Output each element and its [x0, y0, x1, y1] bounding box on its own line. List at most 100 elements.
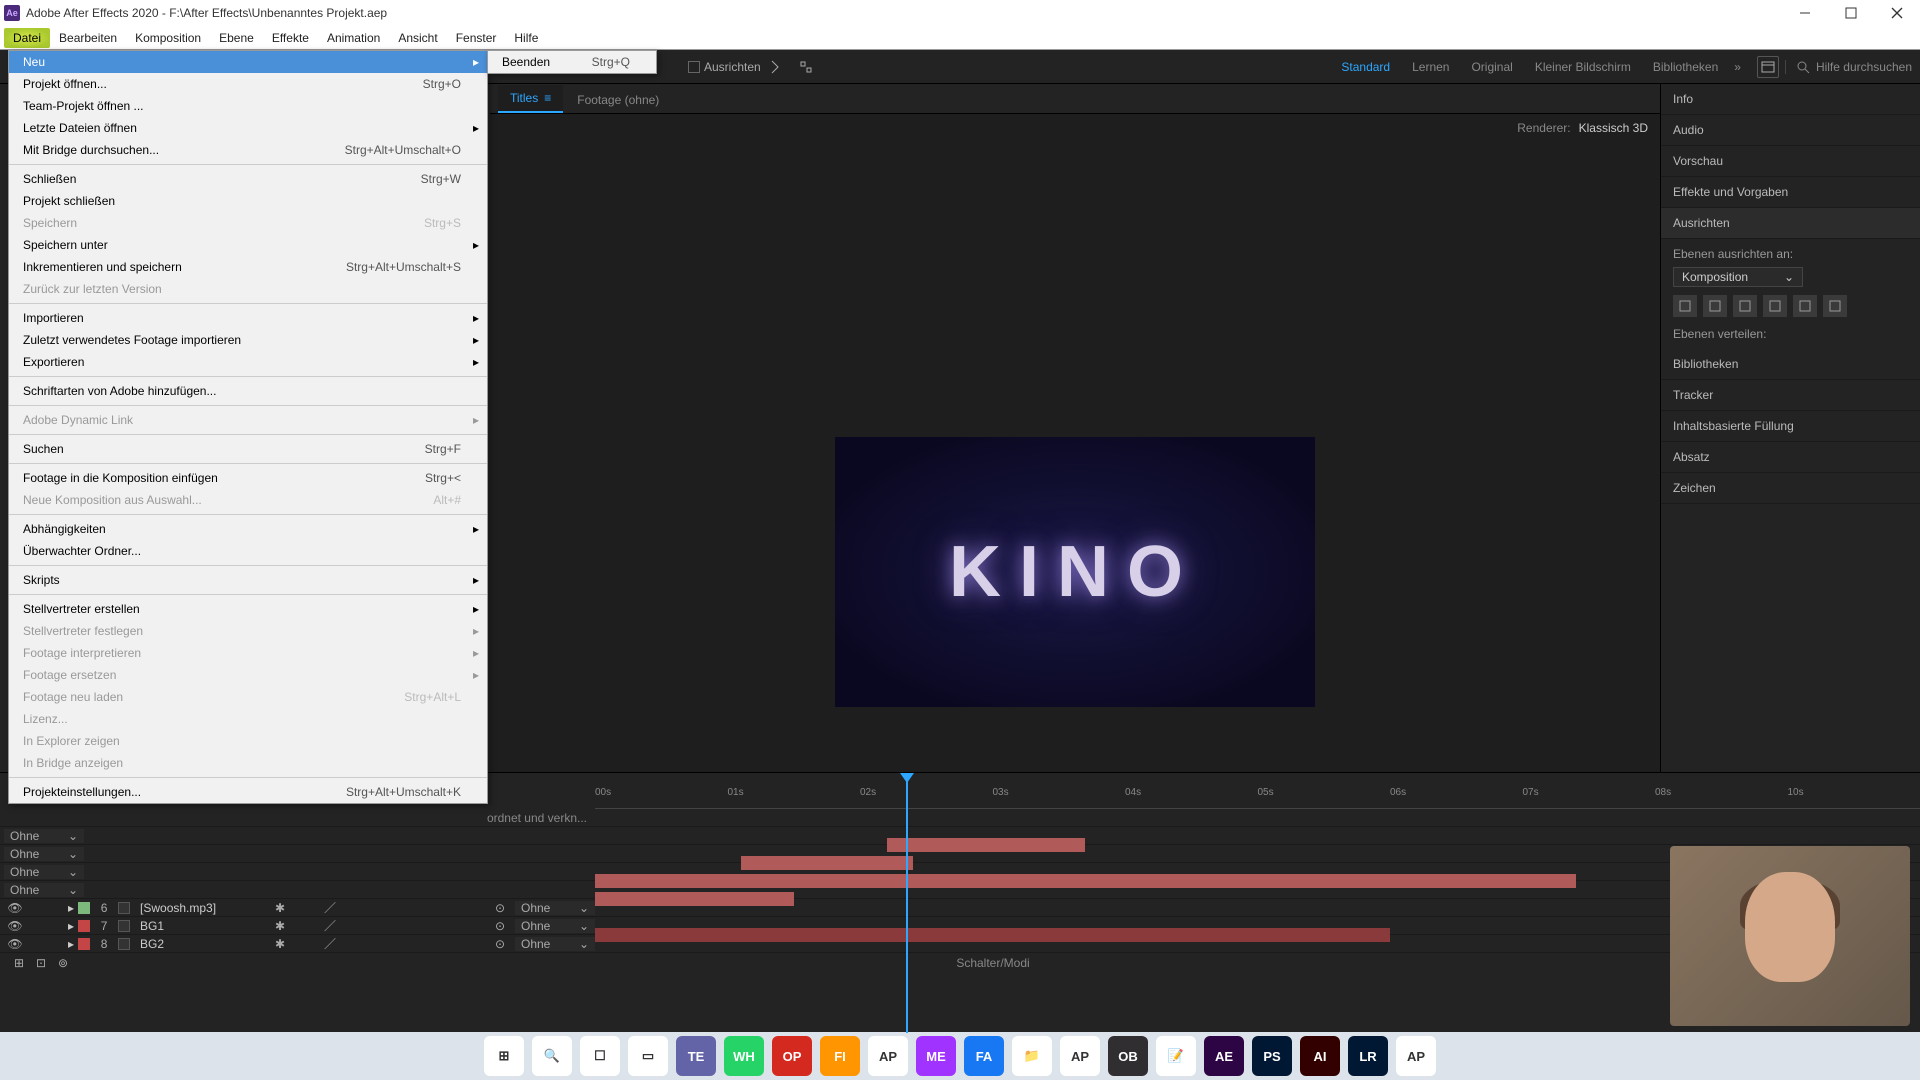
menu-datei[interactable]: Datei	[4, 28, 50, 48]
menu-item-projekteinstellungen-[interactable]: Projekteinstellungen...Strg+Alt+Umschalt…	[9, 781, 487, 803]
blend-mode-select[interactable]: Ohne⌄	[4, 829, 84, 843]
expand-icon[interactable]: ▸	[68, 901, 74, 915]
taskbar-app2-icon[interactable]: AP	[1060, 1036, 1100, 1076]
panel-vorschau[interactable]: Vorschau	[1661, 146, 1920, 177]
align-right-button[interactable]	[1733, 295, 1757, 317]
snap-collapse-icon[interactable]	[795, 56, 817, 78]
menu-item-mit-bridge-durchsuchen-[interactable]: Mit Bridge durchsuchen...Strg+Alt+Umscha…	[9, 139, 487, 161]
blend-mode-select[interactable]: Ohne⌄	[4, 847, 84, 861]
taskbar-widgets-icon[interactable]: ▭	[628, 1036, 668, 1076]
blend-mode-select[interactable]: Ohne⌄	[515, 901, 595, 915]
playhead[interactable]	[906, 773, 908, 1033]
taskbar-app1-icon[interactable]: AP	[868, 1036, 908, 1076]
menu-effekte[interactable]: Effekte	[263, 28, 318, 48]
taskbar-ai-icon[interactable]: AI	[1300, 1036, 1340, 1076]
taskbar-teams-icon[interactable]: TE	[676, 1036, 716, 1076]
panel-inhaltsbasierte-füllung[interactable]: Inhaltsbasierte Füllung	[1661, 411, 1920, 442]
panel-tracker[interactable]: Tracker	[1661, 380, 1920, 411]
taskbar-facebook-icon[interactable]: FA	[964, 1036, 1004, 1076]
menu-item-schlie-en[interactable]: SchließenStrg+W	[9, 168, 487, 190]
align-bottom-button[interactable]	[1823, 295, 1847, 317]
menu-item-neu[interactable]: Neu▸	[9, 51, 487, 73]
layer-name[interactable]: BG1	[134, 919, 265, 933]
workspace-kleiner-bildschirm[interactable]: Kleiner Bildschirm	[1535, 60, 1631, 74]
panel-absatz[interactable]: Absatz	[1661, 442, 1920, 473]
shy-icon[interactable]: ✱	[269, 933, 291, 955]
menu-item-projekt-schlie-en[interactable]: Projekt schließen	[9, 190, 487, 212]
menu-item-skripts[interactable]: Skripts▸	[9, 569, 487, 591]
submenu-item-beenden[interactable]: BeendenStrg+Q	[488, 51, 656, 73]
align-target-select[interactable]: Komposition⌄	[1673, 267, 1803, 287]
menu-item-schriftarten-von-adobe-hinzuf-gen-[interactable]: Schriftarten von Adobe hinzufügen...	[9, 380, 487, 402]
expand-icon[interactable]: ▸	[68, 937, 74, 951]
menu-item-exportieren[interactable]: Exportieren▸	[9, 351, 487, 373]
expand-icon[interactable]: ▸	[68, 919, 74, 933]
layer-bar[interactable]	[595, 874, 1576, 888]
switches-modes-label[interactable]: Schalter/Modi	[956, 956, 1029, 970]
panel-audio[interactable]: Audio	[1661, 115, 1920, 146]
workspace-bibliotheken[interactable]: Bibliotheken	[1653, 60, 1718, 74]
renderer-value[interactable]: Klassisch 3D	[1579, 121, 1648, 135]
taskbar-opera-icon[interactable]: OP	[772, 1036, 812, 1076]
align-left-button[interactable]	[1673, 295, 1697, 317]
layer-bar[interactable]	[887, 838, 1086, 852]
layer-bar[interactable]	[595, 892, 794, 906]
menu-komposition[interactable]: Komposition	[126, 28, 210, 48]
menu-ansicht[interactable]: Ansicht	[389, 28, 446, 48]
toggle-switches-icon[interactable]: ⊞	[8, 952, 30, 974]
menu-item-importieren[interactable]: Importieren▸	[9, 307, 487, 329]
menu-item-zuletzt-verwendetes-footage-importieren[interactable]: Zuletzt verwendetes Footage importieren▸	[9, 329, 487, 351]
blend-mode-select[interactable]: Ohne⌄	[515, 919, 595, 933]
motion-blur-icon[interactable]: ⊚	[52, 952, 74, 974]
panel-effekte-und-vorgaben[interactable]: Effekte und Vorgaben	[1661, 177, 1920, 208]
frame-blend-icon[interactable]: ⊡	[30, 952, 52, 974]
taskbar-tasks-icon[interactable]: ☐	[580, 1036, 620, 1076]
menu-item-speichern-unter[interactable]: Speichern unter▸	[9, 234, 487, 256]
align-top-button[interactable]	[1763, 295, 1787, 317]
parent-icon[interactable]: ⊙	[489, 933, 511, 955]
menu-bearbeiten[interactable]: Bearbeiten	[50, 28, 126, 48]
layer-name[interactable]: [Swoosh.mp3]	[134, 901, 265, 915]
tab-menu-icon[interactable]: ≡	[544, 91, 551, 105]
taskbar-messenger-icon[interactable]: ME	[916, 1036, 956, 1076]
label-color[interactable]	[78, 938, 90, 950]
taskbar-notepad-icon[interactable]: 📝	[1156, 1036, 1196, 1076]
taskbar-firefox-icon[interactable]: FI	[820, 1036, 860, 1076]
taskbar-obs-icon[interactable]: OB	[1108, 1036, 1148, 1076]
snap-toggle[interactable]: Ausrichten	[688, 60, 761, 74]
label-color[interactable]	[78, 902, 90, 914]
panel-menu-icon[interactable]	[1757, 56, 1779, 78]
comp-tab-titles[interactable]: Titles≡	[498, 85, 563, 113]
layer-name[interactable]: BG2	[134, 937, 265, 951]
panel-info[interactable]: Info	[1661, 84, 1920, 115]
blend-mode-select[interactable]: Ohne⌄	[4, 883, 84, 897]
panel-bibliotheken[interactable]: Bibliotheken	[1661, 349, 1920, 380]
menu-item-footage-in-die-komposition-einf-gen[interactable]: Footage in die Komposition einfügenStrg+…	[9, 467, 487, 489]
workspace-standard[interactable]: Standard	[1341, 60, 1390, 74]
taskbar-app3-icon[interactable]: AP	[1396, 1036, 1436, 1076]
menu-item-projekt-ffnen-[interactable]: Projekt öffnen...Strg+O	[9, 73, 487, 95]
blend-mode-select[interactable]: Ohne⌄	[4, 865, 84, 879]
align-vcenter-button[interactable]	[1793, 295, 1817, 317]
panel-ausrichten[interactable]: Ausrichten	[1661, 208, 1920, 239]
taskbar-ps-icon[interactable]: PS	[1252, 1036, 1292, 1076]
taskbar-search-icon[interactable]: 🔍	[532, 1036, 572, 1076]
menu-item-inkrementieren-und-speichern[interactable]: Inkrementieren und speichernStrg+Alt+Ums…	[9, 256, 487, 278]
menu-animation[interactable]: Animation	[318, 28, 389, 48]
comp-tab-footage[interactable]: Footage (ohne)	[565, 87, 671, 113]
workspace-original[interactable]: Original	[1471, 60, 1512, 74]
menu-item-abh-ngigkeiten[interactable]: Abhängigkeiten▸	[9, 518, 487, 540]
minimize-button[interactable]	[1782, 0, 1828, 26]
taskbar-lr-icon[interactable]: LR	[1348, 1036, 1388, 1076]
menu-hilfe[interactable]: Hilfe	[505, 28, 547, 48]
taskbar-ae-icon[interactable]: AE	[1204, 1036, 1244, 1076]
panel-zeichen[interactable]: Zeichen	[1661, 473, 1920, 504]
fx-icon[interactable]: ／	[319, 933, 341, 955]
help-search[interactable]: Hilfe durchsuchen	[1785, 60, 1912, 74]
taskbar-windows-icon[interactable]: ⊞	[484, 1036, 524, 1076]
layer-bar[interactable]	[741, 856, 913, 870]
menu-item-stellvertreter-erstellen[interactable]: Stellvertreter erstellen▸	[9, 598, 487, 620]
menu-ebene[interactable]: Ebene	[210, 28, 263, 48]
menu-fenster[interactable]: Fenster	[447, 28, 506, 48]
maximize-button[interactable]	[1828, 0, 1874, 26]
